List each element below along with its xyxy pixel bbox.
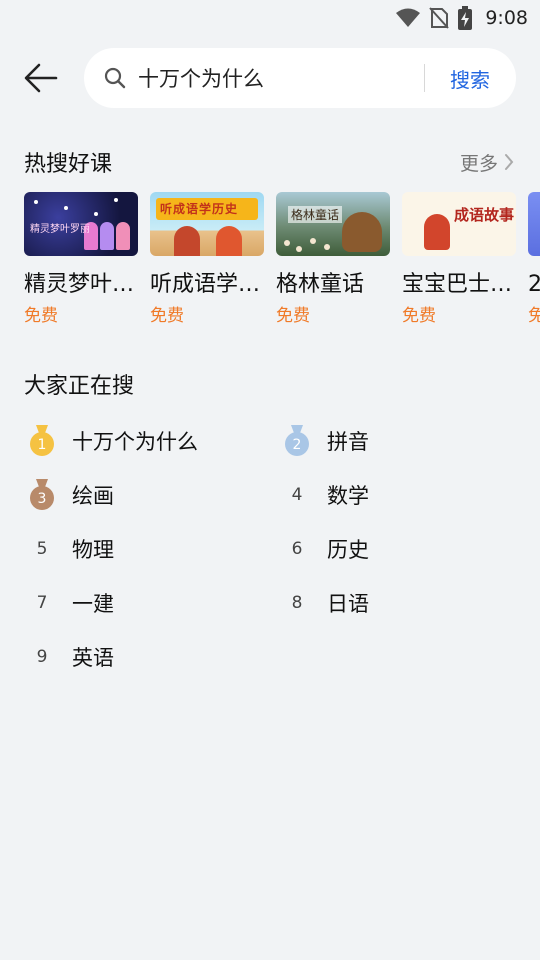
course-price: 免 [528,306,540,326]
course-title: 精灵梦叶… [24,272,135,297]
search-header: 搜索 [0,48,540,108]
rank-number: 4 [291,485,303,505]
trending-item[interactable]: 9 英语 [24,630,264,684]
trending-label: 绘画 [72,484,114,508]
trending-item[interactable]: 8 日语 [279,576,519,630]
bronze-medal-icon: 3 [24,477,60,513]
trending-label: 十万个为什么 [72,430,198,454]
search-icon [104,67,126,89]
search-box: 搜索 [84,48,516,108]
rank-number: 6 [291,539,303,559]
clock: 9:08 [485,7,528,29]
trending-item[interactable]: 4 数学 [279,468,519,522]
course-price: 免费 [24,306,58,326]
course-title: 听成语学… [150,272,261,297]
trending-item[interactable]: 1 十万个为什么 [24,414,264,468]
course-card[interactable]: 精灵梦叶罗丽 精灵梦叶… 免费 [24,192,138,328]
gold-medal-icon: 1 [24,423,60,459]
wifi-icon [395,8,421,28]
more-label: 更多 [459,152,498,175]
no-sim-icon [429,7,450,29]
course-card[interactable]: 听成语学历史 听成语学… 免费 [150,192,264,328]
silver-medal-icon: 2 [279,423,315,459]
trending-label: 拼音 [327,430,369,454]
trending-title: 大家正在搜 [24,374,135,399]
course-thumbnail: 听成语学历史 [150,192,264,256]
arrow-left-icon [24,63,58,93]
course-price: 免费 [150,306,184,326]
svg-text:1: 1 [38,437,47,453]
search-input[interactable] [138,58,408,98]
trending-label: 物理 [72,538,114,562]
svg-text:3: 3 [38,491,47,507]
trending-item[interactable]: 3 绘画 [24,468,264,522]
course-card[interactable]: 成语故事 宝宝巴士… 免费 [402,192,516,328]
battery-charging-icon [457,6,473,30]
course-thumbnail: 精灵梦叶罗丽 [24,192,138,256]
trending-label: 一建 [72,592,114,616]
rank-number: 9 [36,647,48,667]
trending-label: 数学 [327,484,369,508]
course-title: 宝宝巴士… [402,272,513,297]
course-title: 格林童话 [276,272,365,297]
svg-text:2: 2 [293,437,302,453]
rank-number: 7 [36,593,48,613]
trending-item[interactable]: 2 拼音 [279,414,519,468]
trending-item[interactable]: 6 历史 [279,522,519,576]
course-price: 免费 [402,306,436,326]
hot-courses-row: 精灵梦叶罗丽 精灵梦叶… 免费 听成语学历史 听成语学… 免费 格林童话 格林童… [24,192,540,332]
course-thumbnail: 成语故事 [402,192,516,256]
rank-number: 5 [36,539,48,559]
course-card[interactable]: 2 免 [528,192,540,328]
more-button[interactable]: 更多 [460,148,514,176]
course-thumbnail: 格林童话 [276,192,390,256]
course-thumbnail [528,192,540,256]
rank-number: 8 [291,593,303,613]
search-divider [424,64,425,92]
trending-item[interactable]: 5 物理 [24,522,264,576]
trending-item[interactable]: 7 一建 [24,576,264,630]
course-price: 免费 [276,306,310,326]
trending-label: 英语 [72,646,114,670]
search-button[interactable]: 搜索 [434,48,506,108]
trending-label: 历史 [327,538,369,562]
chevron-right-icon [505,154,514,170]
hot-courses-title: 热搜好课 [24,152,113,177]
back-button[interactable] [22,60,60,96]
course-title: 2 [528,270,540,300]
trending-label: 日语 [327,592,369,616]
status-bar: 9:08 [0,0,540,36]
course-card[interactable]: 格林童话 格林童话 免费 [276,192,390,328]
